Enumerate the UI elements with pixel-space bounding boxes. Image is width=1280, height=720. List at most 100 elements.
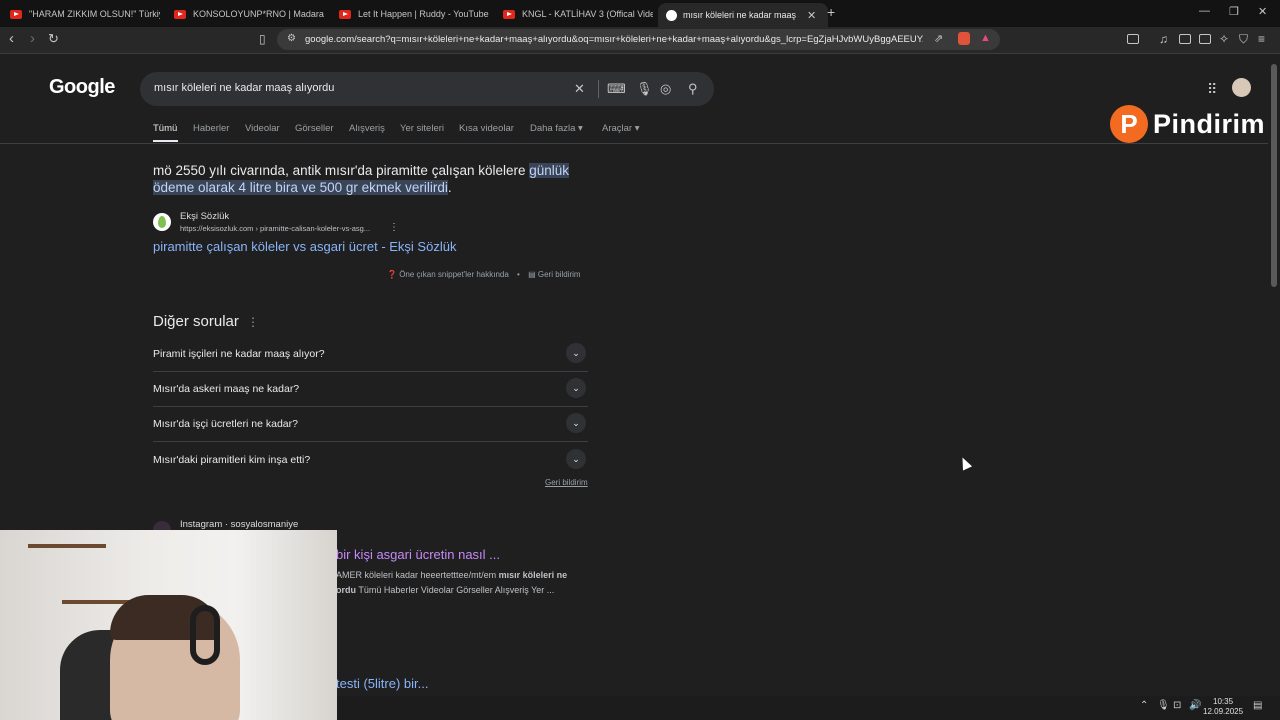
source-name[interactable]: Instagram · sosyalosmaniye: [180, 519, 298, 530]
keyboard-icon[interactable]: ⌨: [607, 81, 626, 97]
snippet-text: mö 2550 yılı civarında, antik mısır'da p…: [153, 163, 530, 178]
more-options-icon[interactable]: ⋮: [247, 315, 259, 329]
desc-bold: ordu: [336, 585, 356, 595]
filter-shopping[interactable]: Alışveriş: [349, 123, 385, 134]
filter-places[interactable]: Yer siteleri: [400, 123, 444, 134]
youtube-icon: [503, 9, 515, 19]
vpn-shield-icon[interactable]: ⛉: [1239, 32, 1248, 47]
close-tab-icon[interactable]: ✕: [807, 9, 816, 22]
webcam-shelf: [62, 600, 132, 604]
taskbar: ⌃ 🎙 ⊡ 🔊 ▤: [337, 696, 1280, 720]
tab-title: "HARAM ZIKKIM OLSUN!" Türkiye'de: [29, 9, 160, 19]
brave-rewards-icon[interactable]: ▲: [980, 32, 991, 44]
result-description: ordu Tümü Haberler Videolar Görseller Al…: [336, 585, 554, 595]
music-icon[interactable]: ♫: [1159, 32, 1168, 46]
back-icon[interactable]: ‹: [9, 30, 14, 47]
site-info-icon[interactable]: ⚙: [287, 33, 296, 44]
result-title-link[interactable]: testi (5litre) bir...: [336, 676, 428, 691]
tab-3[interactable]: Let It Happen | Ruddy - YouTube: [339, 3, 489, 25]
search-icon[interactable]: ⚲: [688, 81, 698, 97]
desc-text: Tümü Haberler Videolar Görseller Alışver…: [356, 585, 555, 595]
source-name[interactable]: Ekşi Sözlük: [180, 211, 229, 222]
youtube-icon: [339, 9, 351, 19]
leo-ai-icon[interactable]: ✧: [1219, 32, 1229, 46]
chevron-down-icon[interactable]: ⌄: [566, 413, 586, 433]
tab-4[interactable]: KNGL - KATLİHAV 3 (Offical Video) -: [503, 3, 653, 25]
paa-question-text[interactable]: Mısır'daki piramitleri kim inşa etti?: [153, 454, 310, 466]
result-title-link[interactable]: bir kişi asgari ücretin nasıl ...: [336, 547, 500, 562]
tab-title: KNGL - KATLİHAV 3 (Offical Video) -: [522, 9, 653, 19]
active-filter-indicator: [153, 140, 178, 142]
youtube-icon: [10, 9, 22, 19]
reload-icon[interactable]: ↻: [48, 31, 59, 47]
clear-icon[interactable]: ✕: [574, 81, 585, 97]
tab-title: Let It Happen | Ruddy - YouTube: [358, 9, 489, 19]
share-icon[interactable]: ⇗: [934, 32, 943, 45]
webcam-shelf: [28, 544, 106, 548]
eksisozluk-icon: [153, 213, 171, 231]
search-input[interactable]: mısır köleleri ne kadar maaş alıyordu: [154, 82, 334, 94]
microphone-tray-icon[interactable]: 🎙: [1157, 700, 1170, 711]
tab-1[interactable]: "HARAM ZIKKIM OLSUN!" Türkiye'de: [10, 3, 160, 25]
google-apps-icon[interactable]: ⠿: [1207, 81, 1217, 98]
divider: [0, 143, 1268, 144]
network-icon[interactable]: ⊡: [1173, 700, 1181, 711]
browser-toolbar: ‹ › ↻ ▯ ⚙ google.com/search?q=mısır+köle…: [0, 27, 1280, 54]
snippet-footer: ❓ Öne çıkan snippet'ler hakkında • ▤ Ger…: [387, 270, 581, 279]
maximize-button[interactable]: ❐: [1229, 5, 1239, 18]
url-text[interactable]: google.com/search?q=mısır+köleleri+ne+ka…: [305, 34, 923, 45]
feedback-link[interactable]: Geri bildirim: [545, 478, 588, 487]
paa-question-text[interactable]: Piramit işçileri ne kadar maaş alıyor?: [153, 348, 325, 360]
result-title-link[interactable]: piramitte çalışan köleler vs asgari ücre…: [153, 239, 456, 254]
bookmark-icon[interactable]: ▯: [259, 32, 266, 46]
source-url[interactable]: https://eksisozluk.com › piramitte-calis…: [180, 224, 370, 233]
paa-question-text[interactable]: Mısır'da işçi ücretleri ne kadar?: [153, 418, 298, 430]
filter-tools[interactable]: Araçlar ▾: [602, 123, 640, 134]
filter-videos[interactable]: Videolar: [245, 123, 280, 134]
tab-2[interactable]: KONSOLOYUNP*RNO | Madara Oldu: [174, 3, 324, 25]
microphone-icon[interactable]: 🎙: [636, 81, 653, 97]
lens-icon[interactable]: ◎: [660, 81, 671, 97]
desc-text: AMER köleleri kadar heeertetttee/mt/em: [336, 570, 499, 580]
screenshot-icon[interactable]: [1127, 34, 1139, 44]
search-box[interactable]: mısır köleleri ne kadar maaş alıyordu ✕ …: [140, 72, 714, 106]
pindirim-wordmark: Pindirim: [1153, 108, 1266, 139]
filter-more[interactable]: Daha fazla ▾: [530, 123, 583, 134]
new-tab-button[interactable]: +: [827, 4, 835, 20]
avatar[interactable]: [1232, 78, 1251, 97]
sidebar-icon[interactable]: [1179, 34, 1191, 44]
google-logo[interactable]: Google: [49, 76, 115, 99]
scrollbar-thumb[interactable]: [1271, 64, 1277, 287]
minimize-button[interactable]: —: [1199, 5, 1210, 17]
paa-question[interactable]: Mısır'da askeri maaş ne kadar? ⌄: [153, 371, 588, 407]
paa-question[interactable]: Mısır'da işçi ücretleri ne kadar? ⌄: [153, 406, 588, 442]
paa-question[interactable]: Piramit işçileri ne kadar maaş alıyor? ⌄: [153, 336, 588, 372]
about-snippets-link[interactable]: Öne çıkan snippet'ler hakkında: [399, 270, 509, 279]
brave-shields-icon[interactable]: [958, 32, 970, 45]
filter-all[interactable]: Tümü: [153, 123, 177, 134]
tray-expand-icon[interactable]: ⌃: [1140, 700, 1148, 711]
menu-icon[interactable]: ≡: [1258, 32, 1265, 46]
chevron-down-icon[interactable]: ⌄: [566, 378, 586, 398]
paa-question-text[interactable]: Mısır'da askeri maaş ne kadar?: [153, 383, 299, 395]
paa-question[interactable]: Mısır'daki piramitleri kim inşa etti? ⌄: [153, 442, 588, 477]
more-options-icon[interactable]: ⋮: [389, 222, 399, 233]
youtube-icon: [174, 9, 186, 19]
taskbar-clock[interactable]: 10:35 12.09.2025: [1203, 697, 1243, 717]
filter-news[interactable]: Haberler: [193, 123, 229, 134]
address-bar[interactable]: ⚙ google.com/search?q=mısır+köleleri+ne+…: [277, 29, 1000, 50]
window-close-button[interactable]: ✕: [1258, 5, 1267, 18]
forward-icon[interactable]: ›: [30, 30, 35, 47]
filter-images[interactable]: Görseller: [295, 123, 334, 134]
paa-heading: Diğer sorular: [153, 313, 239, 330]
chevron-down-icon[interactable]: ⌄: [566, 343, 586, 363]
volume-icon[interactable]: 🔊: [1189, 700, 1201, 711]
wallet-icon[interactable]: [1199, 34, 1211, 44]
notifications-icon[interactable]: ▤: [1253, 700, 1262, 711]
filter-short-videos[interactable]: Kısa videolar: [459, 123, 514, 134]
google-icon: [666, 9, 677, 21]
tab-active[interactable]: mısır köleleri ne kadar maaş alıyo ✕: [658, 3, 828, 27]
feedback-link[interactable]: Geri bildirim: [538, 270, 581, 279]
webcam-headphones: [190, 605, 220, 665]
chevron-down-icon[interactable]: ⌄: [566, 449, 586, 469]
